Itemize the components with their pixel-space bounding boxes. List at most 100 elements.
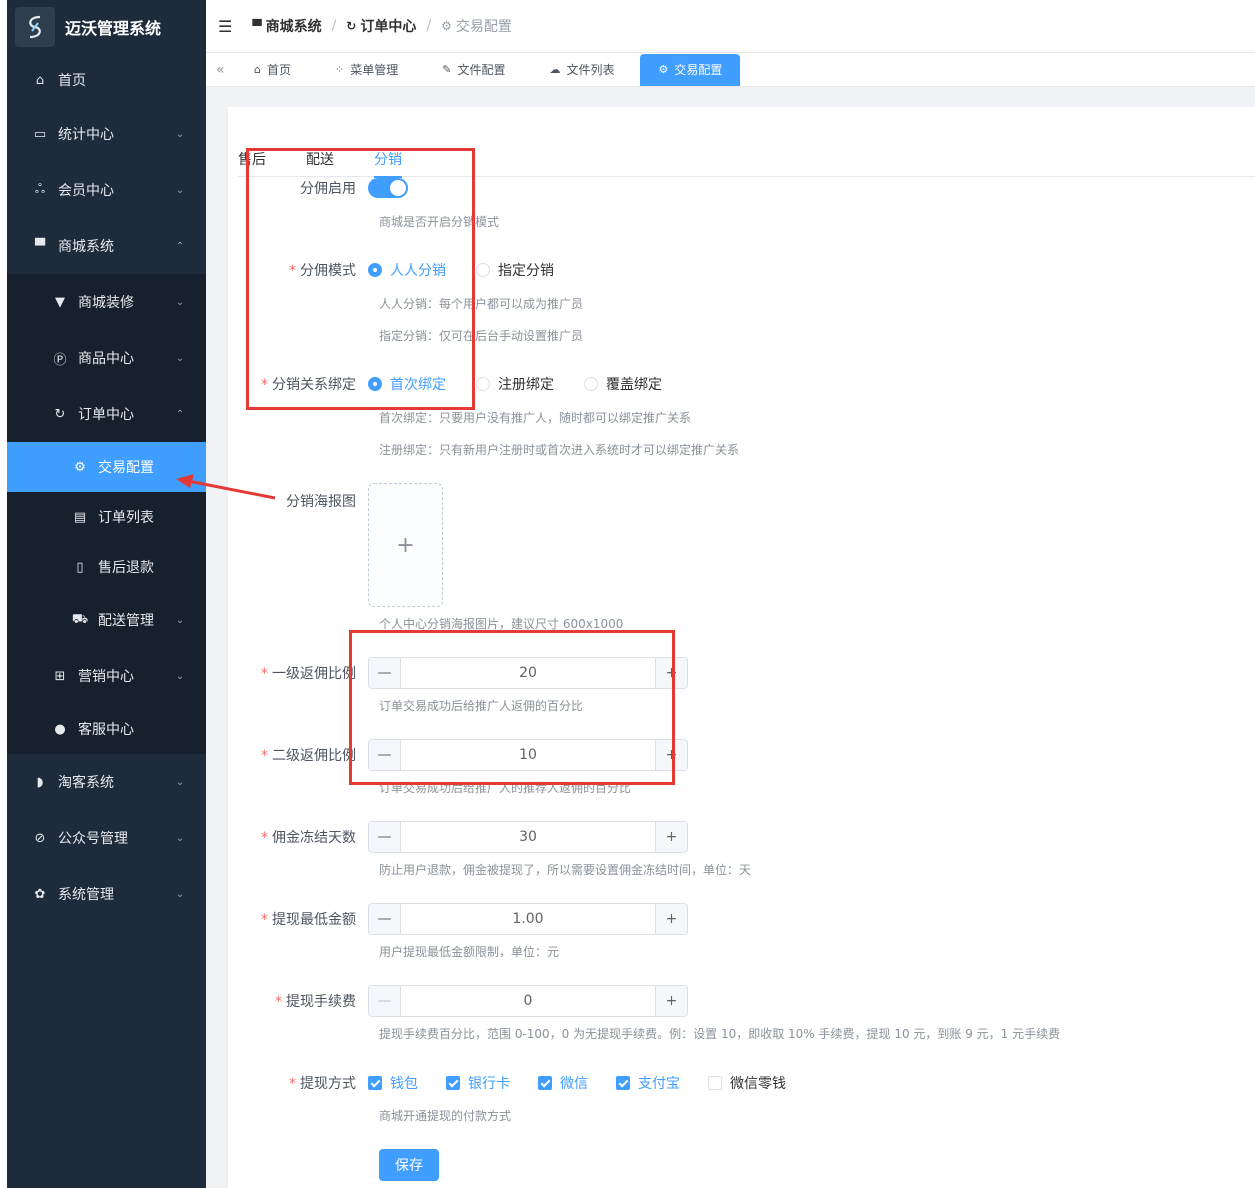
shop-icon: ▀ [35, 238, 45, 254]
order-icon: ↻ [54, 406, 66, 422]
annotation-box [246, 148, 475, 410]
chevron-down-icon: ⌄ [175, 296, 185, 308]
field-hint: 首次绑定：只要用户没有推广人，随时都可以绑定推广关系 [379, 411, 692, 425]
save-button[interactable]: 保存 [379, 1149, 439, 1181]
freeze-input[interactable]: 30 [401, 829, 655, 845]
sidebar-item-label: 订单列表 [98, 510, 154, 526]
double-chevron-left-icon[interactable]: « [206, 62, 236, 78]
sidebar-item-stats[interactable]: ▭ 统计中心 ⌄ [7, 106, 206, 162]
sidebar-item-products[interactable]: Ⓟ 商品中心 ⌄ [7, 330, 206, 386]
field-hint: 注册绑定：只有新用户注册时或首次进入系统时才可以绑定推广关系 [379, 443, 740, 457]
taoke-icon: ◗ [36, 774, 44, 790]
min-withdraw-stepper: — 1.00 + [368, 903, 688, 935]
increment-button[interactable]: + [655, 986, 687, 1016]
checkbox-wechat-change[interactable]: 微信零钱 [708, 1073, 786, 1093]
tag-trade-config[interactable]: ⚙ 交易配置 [640, 53, 741, 86]
breadcrumb-item[interactable]: ▀ 商城系统 [252, 16, 321, 36]
sidebar-item-label: 系统管理 [58, 887, 114, 903]
freeze-stepper: — 30 + [368, 821, 688, 853]
field-label: * 提现最低金额 [261, 912, 356, 928]
sidebar-item-label: 统计中心 [58, 127, 114, 143]
sidebar-item-delivery[interactable]: ⛟ 配送管理 ⌄ [7, 592, 206, 648]
tag-file-list[interactable]: ☁ 文件列表 [531, 54, 632, 86]
chevron-down-icon: ⌄ [175, 128, 185, 140]
sidebar-item-home[interactable]: ⌂ 首页 [7, 54, 206, 106]
order-icon: ↻ [346, 19, 357, 33]
app-title: 迈沃管理系统 [65, 19, 162, 38]
breadcrumb-item[interactable]: ↻ 订单中心 [346, 16, 416, 36]
sidebar-item-orders[interactable]: ↻ 订单中心 ⌃ [7, 386, 206, 442]
decrement-button[interactable]: — [369, 986, 401, 1016]
form-row-freeze: * 佣金冻结天数 — 30 + [228, 821, 688, 853]
breadcrumb: ▀ 商城系统 / ↻ 订单中心 / ⚙ 交易配置 [252, 16, 512, 36]
increment-button[interactable]: + [655, 904, 687, 934]
fee-input[interactable]: 0 [401, 993, 655, 1009]
field-label: * 佣金冻结天数 [261, 830, 356, 846]
sidebar-item-label: 商城装修 [78, 295, 134, 311]
breadcrumb-separator: / [331, 18, 337, 34]
sidebar-item-system[interactable]: ✿ 系统管理 ⌄ [7, 866, 206, 922]
shop-icon: ▀ [252, 19, 262, 33]
edit-icon: ✎ [442, 63, 452, 76]
radio-override-bind[interactable]: 覆盖绑定 [584, 374, 662, 394]
sidebar-item-refund[interactable]: ▯ 售后退款 [7, 542, 206, 592]
sidebar-item-shop[interactable]: ▀ 商城系统 ⌃ [7, 218, 206, 274]
fee-stepper: — 0 + [368, 985, 688, 1017]
checkbox-alipay[interactable]: 支付宝 [616, 1073, 680, 1093]
refund-icon: ▯ [76, 559, 84, 575]
sidebar-item-label: 配送管理 [98, 613, 154, 629]
checkbox-bank-card[interactable]: 银行卡 [446, 1073, 510, 1093]
cloud-icon: ☁ [549, 63, 561, 76]
sidebar-item-label: 营销中心 [78, 669, 134, 685]
sidebar-item-marketing[interactable]: ⊞ 营销中心 ⌄ [7, 648, 206, 704]
sidebar-item-decoration[interactable]: ▼ 商城装修 ⌄ [7, 274, 206, 330]
increment-button[interactable]: + [655, 822, 687, 852]
menu-toggle-icon[interactable]: ☰ [218, 17, 232, 36]
plus-icon: + [396, 532, 415, 558]
sidebar-item-label: 淘客系统 [58, 775, 114, 791]
field-label: * 一级返佣比例 [261, 666, 356, 682]
sidebar-item-service[interactable]: ● 客服中心 [7, 704, 206, 754]
sidebar-item-members[interactable]: ஃ 会员中心 ⌄ [7, 162, 206, 218]
tags-bar: « ⌂ 首页 ⁘ 菜单管理 ✎ 文件配置 ☁ 文件列表 ⚙ 交易配置 [206, 53, 1255, 87]
compass-icon: ⊘ [34, 830, 46, 846]
tag-home[interactable]: ⌂ 首页 [236, 54, 309, 86]
min-withdraw-input[interactable]: 1.00 [401, 911, 655, 927]
chevron-down-icon: ⌄ [175, 888, 185, 900]
decrement-button[interactable]: — [369, 822, 401, 852]
clipboard-icon: ▤ [73, 509, 87, 525]
annotation-arrow [176, 474, 276, 500]
user-icon: ● [54, 721, 66, 737]
tag-file-config[interactable]: ✎ 文件配置 [424, 54, 523, 86]
radio-designated[interactable]: 指定分销 [476, 260, 554, 280]
chevron-up-icon: ⌃ [175, 240, 185, 252]
breadcrumb-item-current: ⚙ 交易配置 [441, 19, 512, 35]
checkbox-wechat[interactable]: 微信 [538, 1073, 588, 1093]
chevron-down-icon: ⌄ [175, 670, 185, 682]
sidebar-item-label: 商城系统 [58, 239, 114, 255]
poster-upload[interactable]: + [368, 483, 443, 607]
tag-menu-manage[interactable]: ⁘ 菜单管理 [317, 54, 416, 86]
sidebar-item-label: 售后退款 [98, 560, 154, 576]
checkbox-wallet[interactable]: 钱包 [368, 1073, 418, 1093]
sidebar-item-label: 商品中心 [78, 351, 134, 367]
chevron-down-icon: ⌄ [175, 352, 185, 364]
sidebar: 迈沃管理系统 ⌂ 首页 ▭ 统计中心 ⌄ ஃ 会员中心 ⌄ ▀ 商城系统 ⌃ ▼… [7, 0, 206, 1188]
field-hint: 商城开通提现的付款方式 [379, 1109, 512, 1123]
field-label: * 提现手续费 [275, 994, 356, 1010]
sidebar-item-label: 会员中心 [58, 183, 114, 199]
decrement-button[interactable]: — [369, 904, 401, 934]
chevron-down-icon: ⌄ [175, 776, 185, 788]
chart-icon: ▭ [33, 126, 47, 142]
gear-icon: ⚙ [658, 63, 669, 76]
sidebar-item-official-account[interactable]: ⊘ 公众号管理 ⌄ [7, 810, 206, 866]
radio-register-bind[interactable]: 注册绑定 [476, 374, 554, 394]
logo-area: 迈沃管理系统 [7, 0, 206, 54]
sidebar-item-label: 客服中心 [78, 722, 134, 738]
sidebar-item-taoke[interactable]: ◗ 淘客系统 ⌄ [7, 754, 206, 810]
gift-icon: ⊞ [54, 668, 66, 684]
form-row-fee: * 提现手续费 — 0 + [228, 985, 688, 1017]
field-hint: 防止用户退款，佣金被提现了，所以需要设置佣金冻结时间，单位：天 [379, 863, 752, 877]
chevron-up-icon: ⌃ [175, 408, 185, 420]
sidebar-item-label: 公众号管理 [58, 831, 128, 847]
